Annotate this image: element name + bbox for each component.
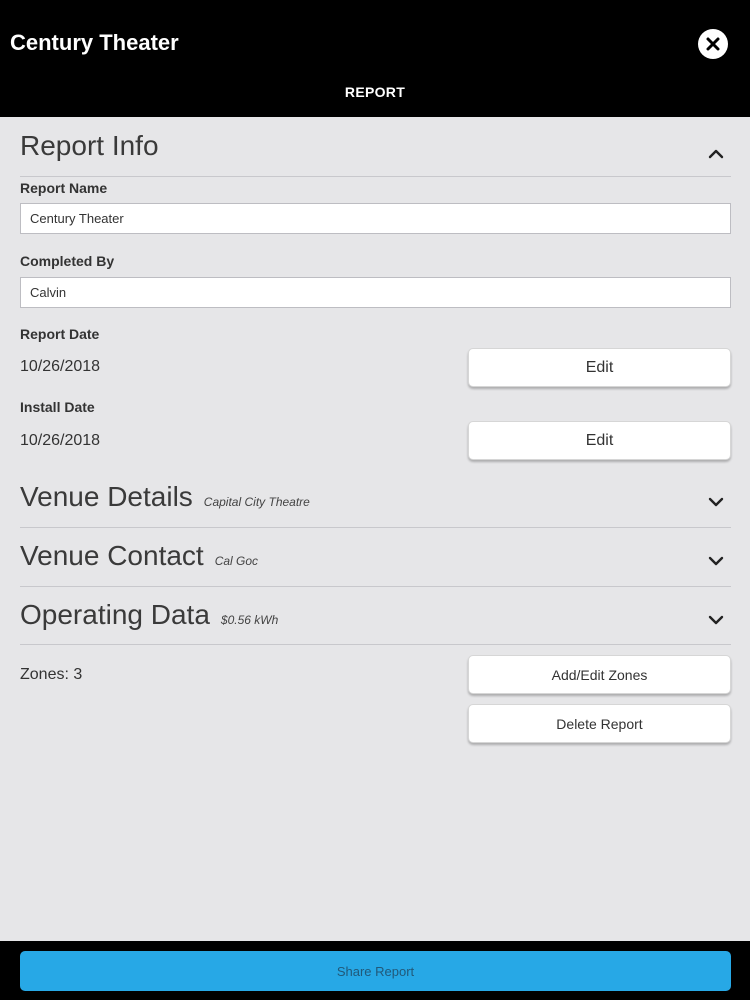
section-subtitle: $0.56 kWh: [220, 613, 279, 627]
section-venue-contact[interactable]: Venue Contact Cal Goc: [20, 540, 731, 587]
section-title: Operating Data: [20, 599, 210, 630]
install-date-value: 10/26/2018: [20, 432, 101, 449]
section-operating-data[interactable]: Operating Data $0.56 kWh: [20, 599, 731, 645]
edit-install-date-button[interactable]: Edit: [468, 421, 731, 460]
section-subtitle: Cal Goc: [214, 554, 259, 568]
footer-bar: Share Report: [0, 941, 750, 1000]
zones-count: Zones: 3: [20, 666, 83, 683]
section-report-info[interactable]: Report Info: [20, 130, 731, 177]
report-name-label: Report Name: [20, 180, 108, 196]
report-name-input[interactable]: [20, 203, 731, 234]
report-date-label: Report Date: [20, 326, 100, 342]
section-subtitle: Capital City Theatre: [203, 495, 310, 509]
section-title: Venue Details: [20, 481, 193, 512]
share-report-button[interactable]: Share Report: [20, 951, 731, 991]
add-edit-zones-button[interactable]: Add/Edit Zones: [468, 655, 731, 694]
completed-by-input[interactable]: [20, 277, 731, 308]
edit-report-date-button[interactable]: Edit: [468, 348, 731, 387]
app-header: Century Theater REPORT: [0, 0, 750, 117]
completed-by-label: Completed By: [20, 253, 115, 269]
section-title: Venue Contact: [20, 540, 204, 571]
delete-report-button[interactable]: Delete Report: [468, 704, 731, 743]
section-title: Report Info: [20, 130, 159, 161]
close-icon: [706, 37, 720, 51]
chevron-down-icon: [708, 556, 724, 566]
close-button[interactable]: [698, 29, 728, 59]
install-date-label: Install Date: [20, 399, 95, 415]
chevron-up-icon: [708, 149, 724, 159]
tab-report[interactable]: REPORT: [0, 84, 750, 100]
chevron-down-icon: [708, 497, 724, 507]
section-venue-details[interactable]: Venue Details Capital City Theatre: [20, 481, 731, 528]
chevron-down-icon: [708, 615, 724, 625]
report-date-value: 10/26/2018: [20, 358, 101, 375]
app-title: Century Theater: [10, 30, 179, 55]
